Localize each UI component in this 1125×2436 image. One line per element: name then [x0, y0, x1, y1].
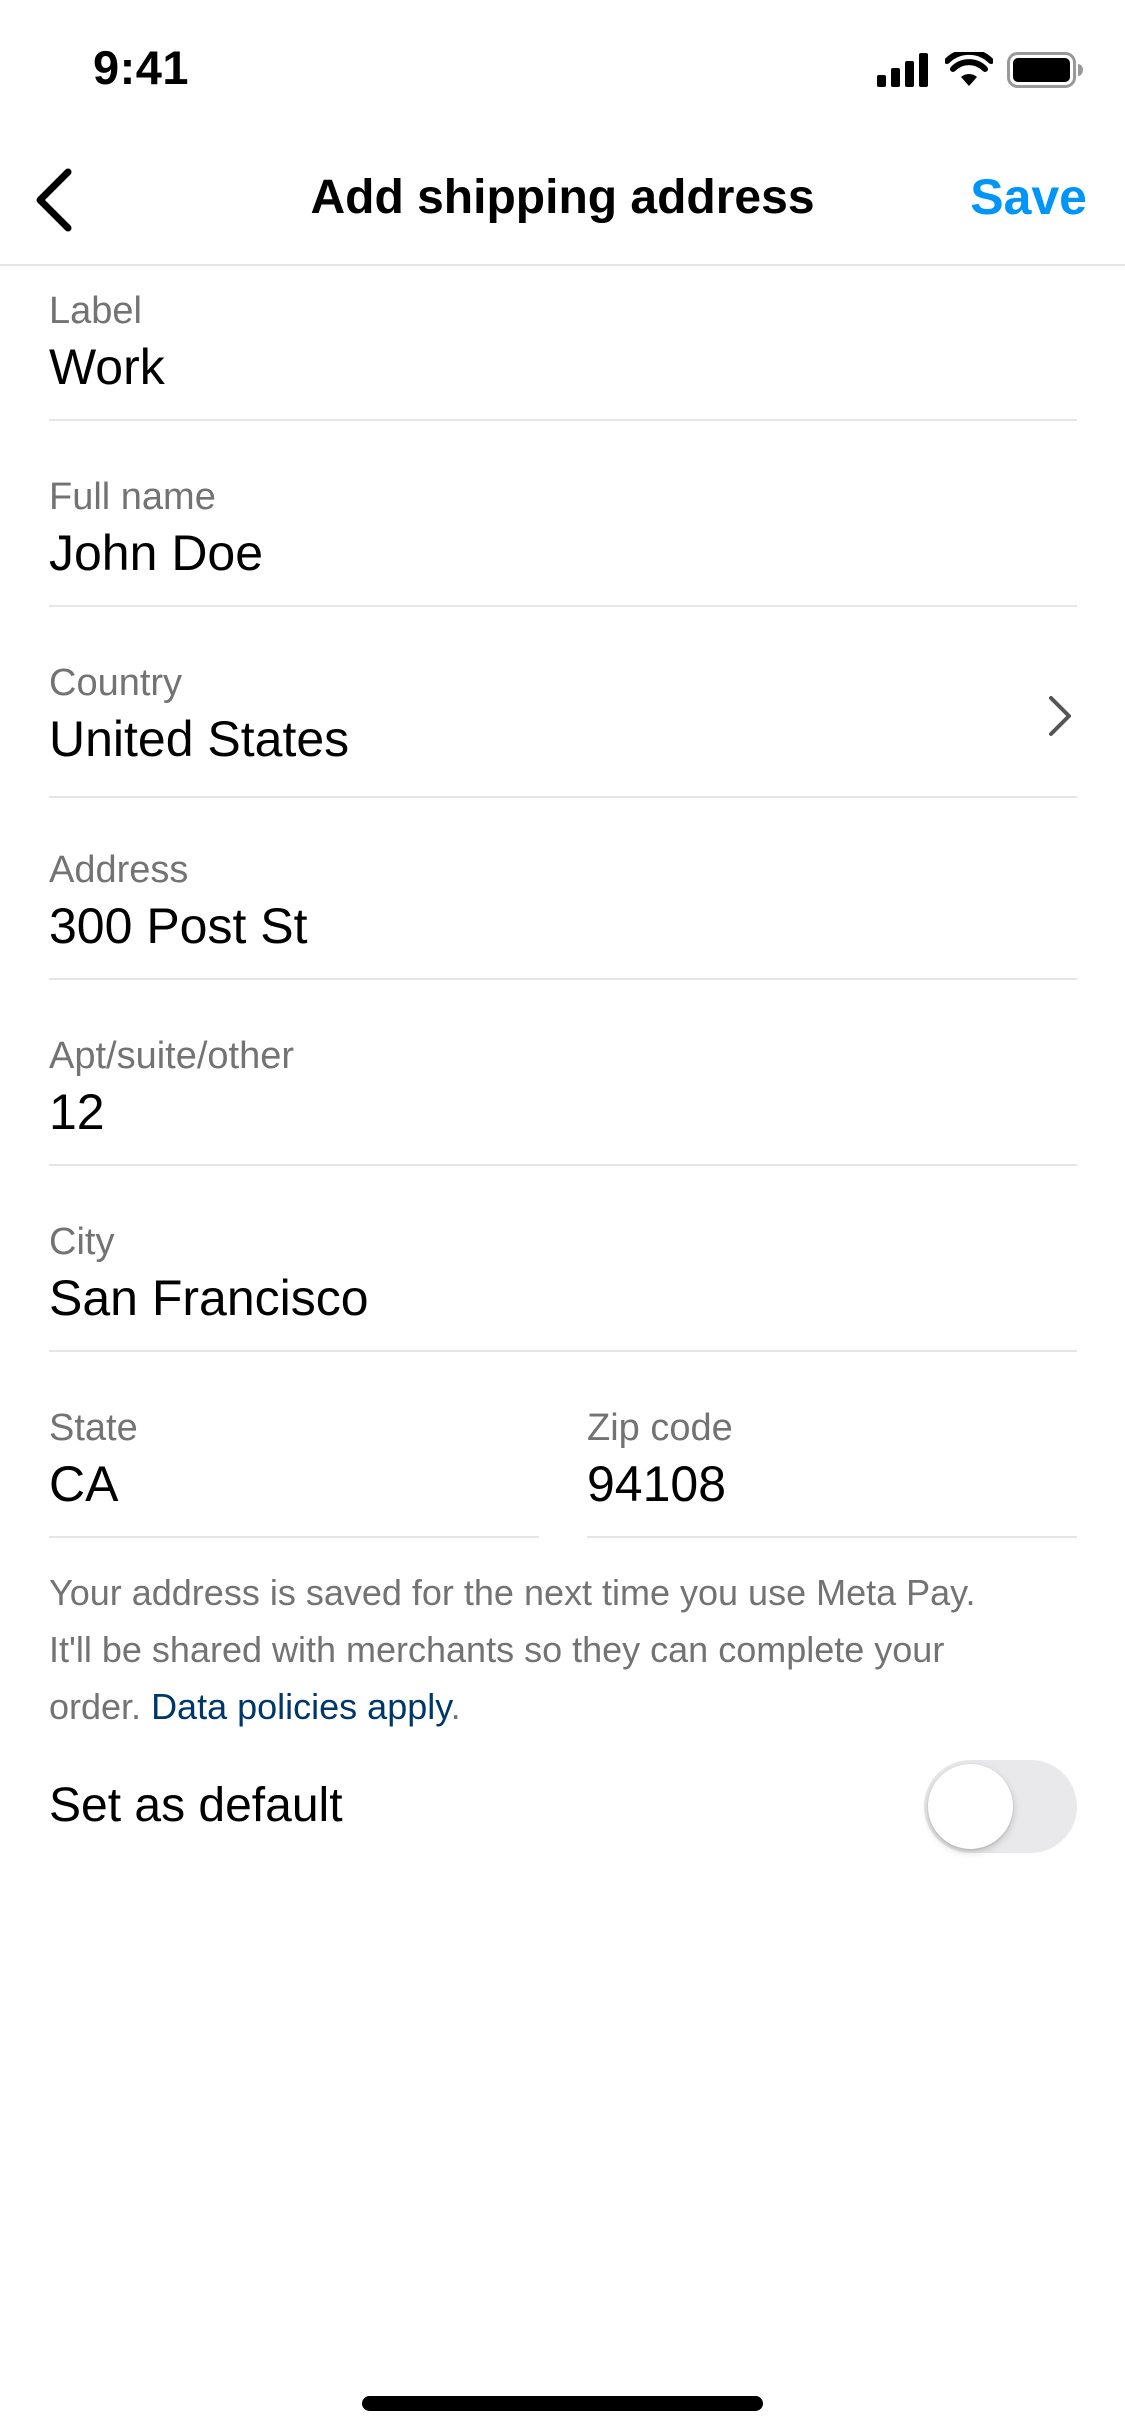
apt-value: 12: [49, 1084, 105, 1140]
address-label: Address: [49, 849, 189, 891]
screen: 9:41 Add shipping address Save Label Wor…: [0, 0, 1125, 2436]
country-label: Country: [49, 662, 183, 704]
zip-code-value: 94108: [587, 1456, 727, 1512]
set-as-default-toggle[interactable]: [924, 1760, 1077, 1853]
label-field[interactable]: Label Work: [49, 266, 1077, 421]
set-as-default-row: Set as default: [49, 1760, 1077, 1856]
country-value: United States: [49, 711, 350, 767]
page-title: Add shipping address: [310, 171, 815, 224]
city-field[interactable]: City San Francisco: [49, 1166, 1077, 1352]
battery-icon: [1007, 52, 1083, 88]
label-field-value: Work: [49, 339, 165, 395]
full-name-label: Full name: [49, 476, 216, 518]
apt-field[interactable]: Apt/suite/other 12: [49, 980, 1077, 1166]
disclaimer-line-2: It'll be shared with merchants so they c…: [49, 1629, 945, 1670]
apt-label: Apt/suite/other: [49, 1035, 295, 1077]
cellular-signal-icon: [877, 53, 931, 87]
full-name-value: John Doe: [49, 525, 264, 581]
status-time: 9:41: [93, 41, 190, 94]
city-value: San Francisco: [49, 1270, 369, 1326]
home-indicator[interactable]: [362, 2396, 763, 2411]
state-field[interactable]: State CA: [49, 1352, 539, 1538]
nav-bar: Add shipping address Save: [0, 140, 1125, 266]
address-field[interactable]: Address 300 Post St: [49, 798, 1077, 980]
toggle-knob: [928, 1764, 1013, 1849]
label-field-label: Label: [49, 290, 142, 332]
disclaimer-line-3: order. Data policies apply.: [49, 1678, 1089, 1735]
city-label: City: [49, 1221, 115, 1263]
save-button[interactable]: Save: [970, 168, 1087, 226]
country-field[interactable]: Country United States: [49, 607, 1077, 798]
state-label: State: [49, 1407, 138, 1449]
set-as-default-label: Set as default: [49, 1779, 343, 1832]
address-value: 300 Post St: [49, 898, 308, 954]
disclaimer-line-1: Your address is saved for the next time …: [49, 1572, 976, 1613]
chevron-right-icon: [1047, 695, 1073, 742]
disclaimer-line-3-prefix: order.: [49, 1686, 152, 1727]
disclaimer-text: Your address is saved for the next time …: [49, 1564, 1089, 1735]
state-value: CA: [49, 1456, 119, 1512]
status-icons: [877, 48, 1083, 92]
status-bar: 9:41: [0, 0, 1125, 140]
full-name-field[interactable]: Full name John Doe: [49, 421, 1077, 607]
data-policies-link[interactable]: Data policies apply: [151, 1686, 451, 1727]
zip-code-label: Zip code: [587, 1407, 733, 1449]
disclaimer-line-3-suffix: .: [450, 1686, 461, 1727]
wifi-icon: [945, 52, 993, 88]
zip-code-field[interactable]: Zip code 94108: [587, 1352, 1077, 1538]
